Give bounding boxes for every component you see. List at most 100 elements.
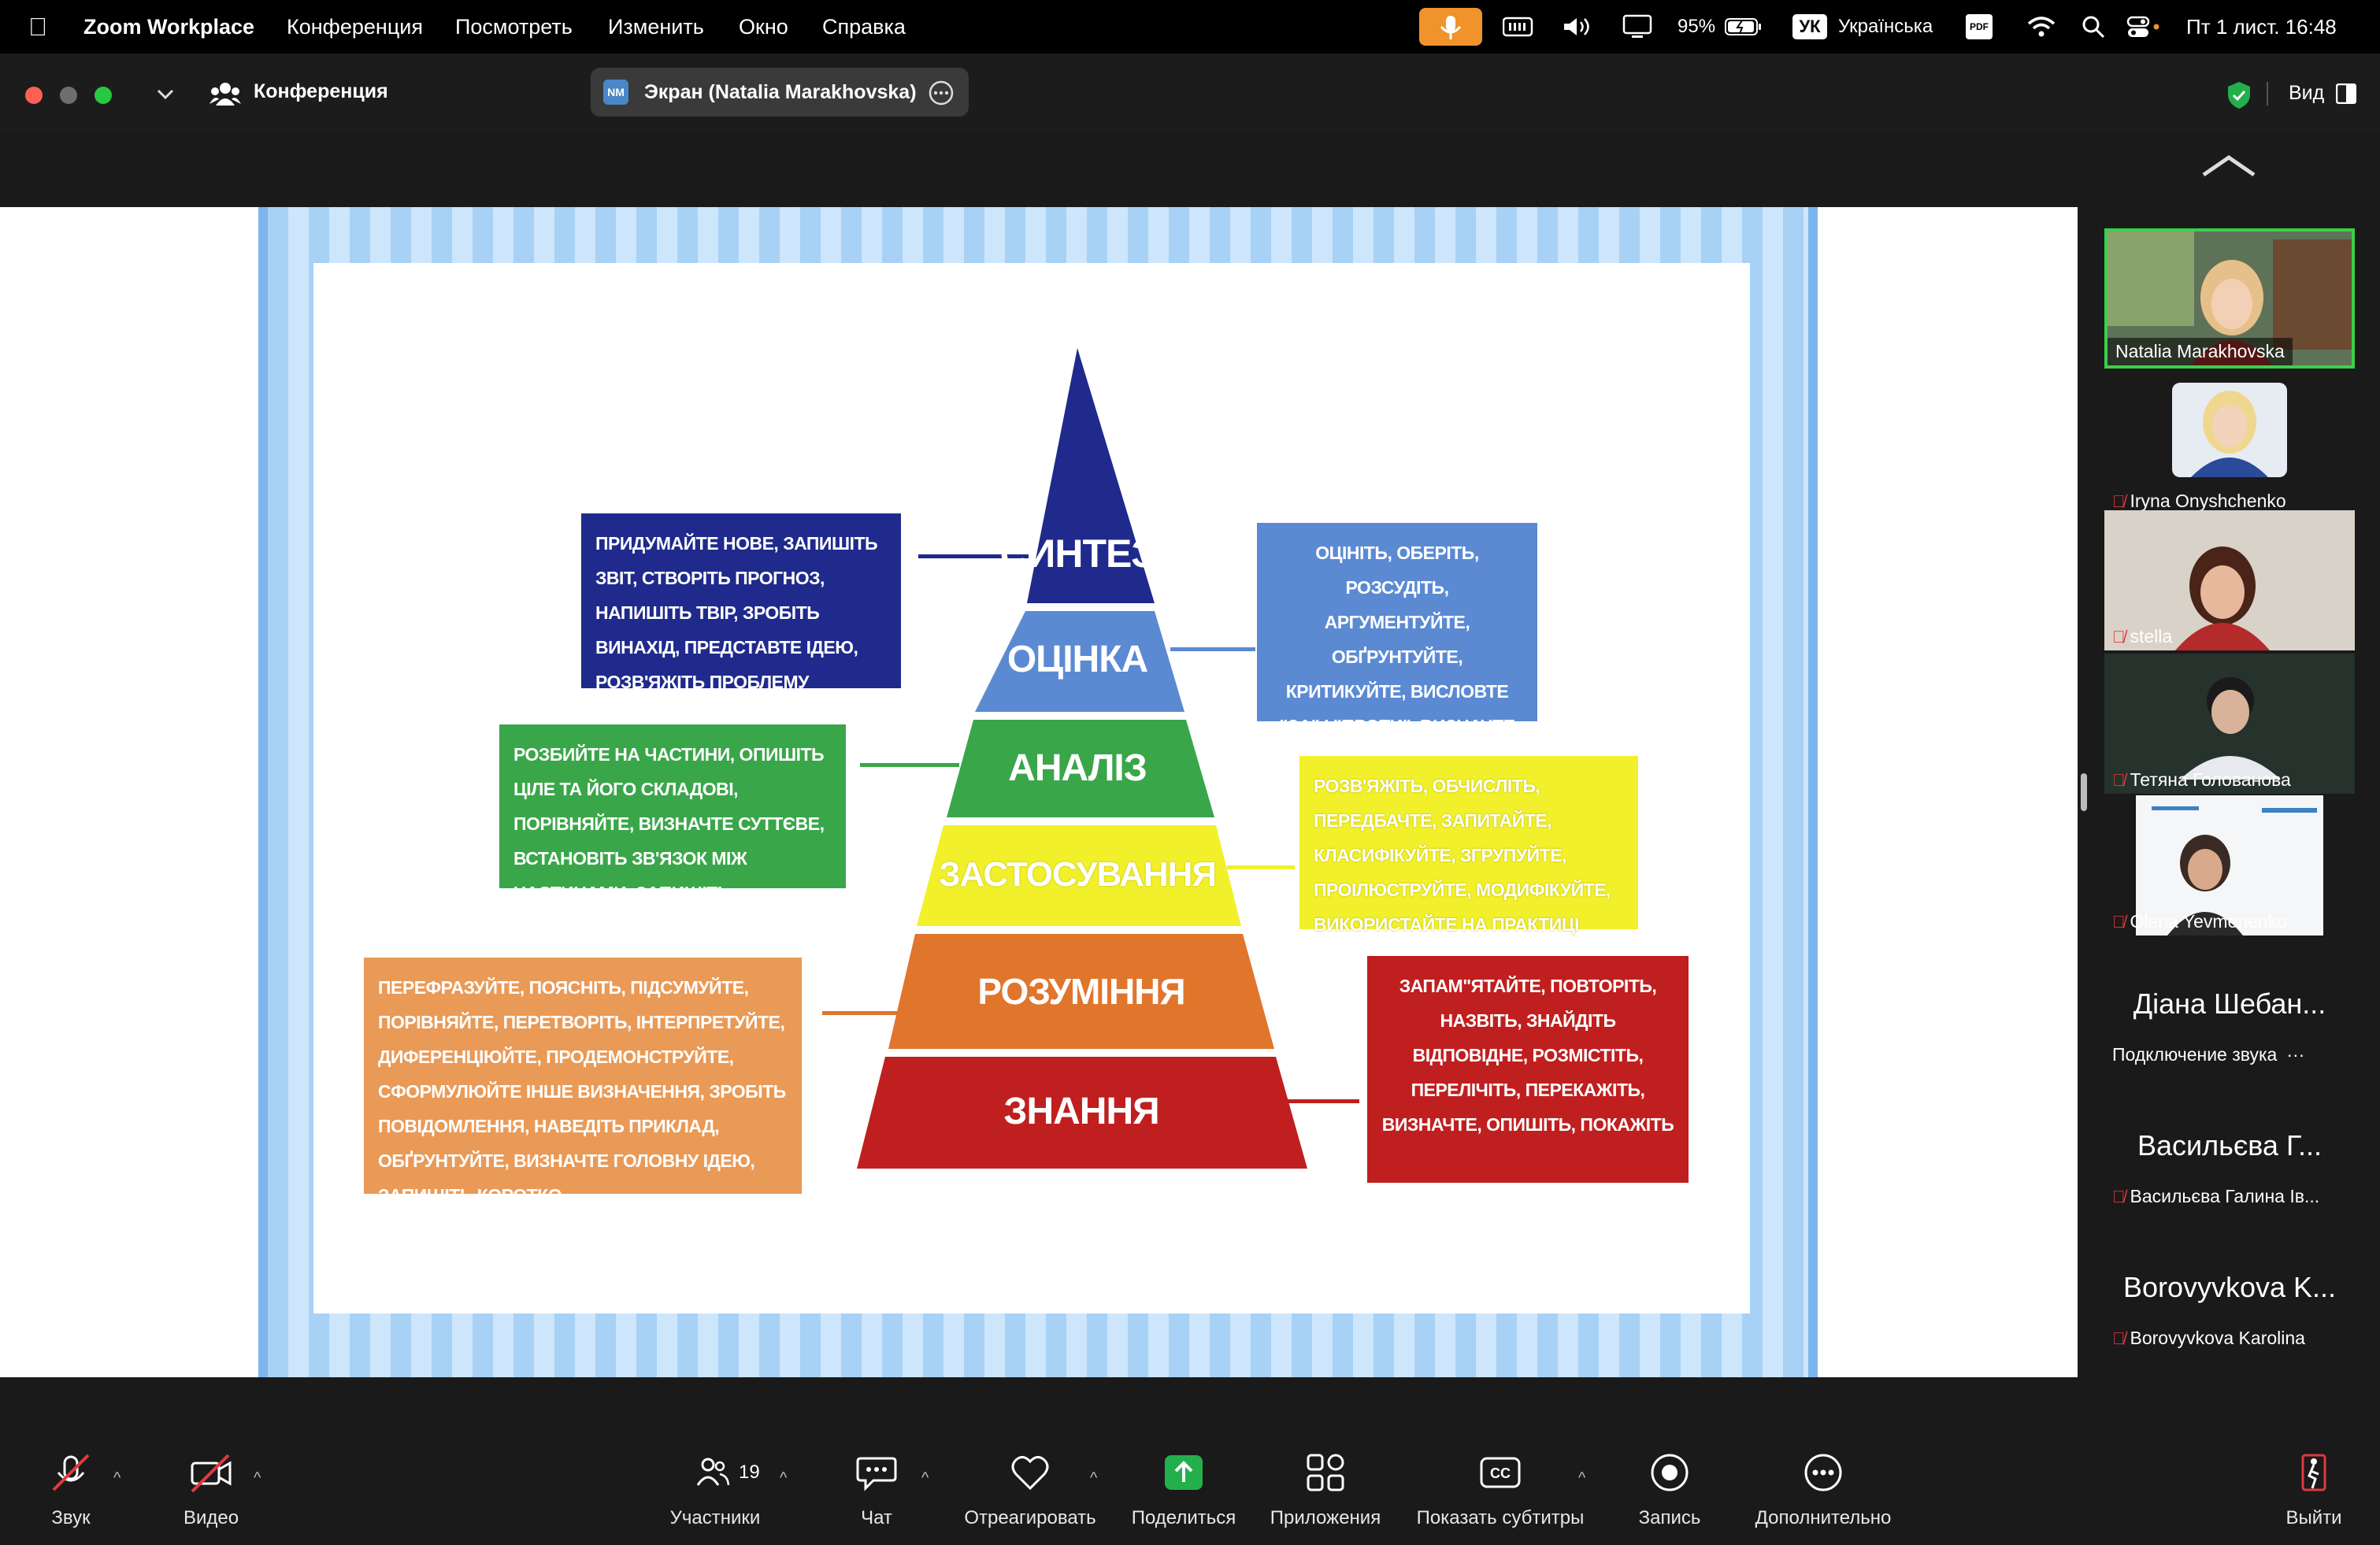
zoom-titlebar: Конференция NM Экран (Natalia Marakhovsk… <box>0 54 2380 132</box>
share-screen-icon <box>1165 1455 1203 1490</box>
pdf-badge[interactable]: PDF <box>1966 14 1993 39</box>
video-button[interactable]: Видео <box>172 1449 250 1543</box>
clock: Пт 1 лист. 16:48 <box>2186 15 2337 39</box>
chat-bubble-icon <box>856 1457 897 1491</box>
captions-options-caret-icon[interactable]: ^ <box>1578 1469 1585 1488</box>
heart-icon <box>1011 1456 1049 1491</box>
pyramid-label-synthesis: СИНТЕЗ <box>999 532 1155 576</box>
more-dots-icon[interactable]: ··· <box>2286 1044 2304 1065</box>
understanding-box: ПЕРЕФРАЗУЙТЕ, ПОЯСНІТЬ, ПІДСУМУЙТЕ, ПОРІ… <box>364 958 802 1206</box>
participant-vasylieva-sub: 🎙̸ Васильєва Галина Ів... <box>2112 1186 2320 1206</box>
presenter-avatar-badge: NM <box>603 80 628 105</box>
analysis-box: РОЗБИЙТЕ НА ЧАСТИНИ, ОПИШІТЬ ЦІЛЕ ТА ЙОГ… <box>499 724 846 938</box>
more-options-icon[interactable] <box>928 80 955 106</box>
scroll-up-chevron-icon[interactable] <box>2200 154 2257 180</box>
leave-button[interactable]: Выйти <box>2276 1449 2352 1543</box>
battery-icon[interactable] <box>1725 17 1763 36</box>
display-icon[interactable] <box>1622 14 1654 39</box>
menu-app-name[interactable]: Zoom Workplace <box>83 0 254 54</box>
keyboard-brightness-icon[interactable] <box>1503 16 1534 38</box>
presentation-slide: СИНТЕЗ ОЦІНКА АНАЛІЗ ЗАСТОСУВАННЯ РОЗУМІ… <box>313 263 1750 1313</box>
view-layout-icon[interactable] <box>2336 83 2356 104</box>
control-center-icon[interactable] <box>2126 14 2161 39</box>
screen-share-pill[interactable]: NM Экран (Natalia Marakhovska) <box>591 68 969 117</box>
participant-vasylieva-name[interactable]: Васильєва Г... <box>2104 1129 2355 1162</box>
apple-icon[interactable]:  <box>28 0 47 54</box>
microphone-icon <box>1440 16 1462 39</box>
more-dots-icon <box>1804 1454 1842 1491</box>
mic-muted-icon: 🎙̸ <box>2112 491 2126 511</box>
synthesis-box: ПРИДУМАЙТЕ НОВЕ, ЗАПИШІТЬ ЗВІТ, СТВОРІТЬ… <box>581 513 901 692</box>
participant-name: 🎙̸ stella <box>2112 626 2173 647</box>
participants-group-icon <box>209 83 241 106</box>
camera-off-icon <box>191 1454 232 1493</box>
battery-percent: 95% <box>1677 16 1716 37</box>
participant-tile-iryna[interactable]: 🎙̸ Iryna Onyshchenko <box>2104 375 2355 515</box>
participants-icon <box>696 1458 729 1486</box>
chat-button[interactable]: Чат <box>841 1449 912 1543</box>
knowledge-box: ЗАПАМ"ЯТАЙТЕ, ПОВТОРІТЬ, НАЗВІТЬ, ЗНАЙДІ… <box>1367 956 1689 1183</box>
mic-muted-icon: 🎙̸ <box>2112 1328 2126 1348</box>
chat-options-caret-icon[interactable]: ^ <box>921 1469 929 1488</box>
connector-application <box>1227 865 1295 869</box>
chevron-down-icon[interactable] <box>156 88 175 101</box>
pyramid-label-analysis: АНАЛІЗ <box>1008 747 1147 789</box>
react-button[interactable]: Отреагировать <box>959 1449 1101 1543</box>
connector-evaluation <box>1170 647 1255 651</box>
participant-borovyvkova-name[interactable]: Borovyvkova K... <box>2104 1271 2355 1304</box>
menu-help[interactable]: Справка <box>822 0 906 54</box>
record-icon <box>1651 1454 1689 1491</box>
screen-share-label: Экран (Natalia Marakhovska) <box>644 81 917 103</box>
pyramid-label-knowledge: ЗНАННЯ <box>1003 1091 1159 1132</box>
mic-in-use-indicator[interactable] <box>1419 8 1482 46</box>
participant-name: 🎙̸ Тетяна Голованова <box>2112 769 2291 790</box>
input-language[interactable]: Українська <box>1838 0 1933 54</box>
connector-knowledge <box>1287 1099 1359 1103</box>
audio-options-caret-icon[interactable]: ^ <box>113 1469 120 1488</box>
audio-button[interactable]: Звук <box>32 1449 110 1543</box>
leave-door-icon <box>2301 1454 2326 1491</box>
react-options-caret-icon[interactable]: ^ <box>1090 1469 1097 1488</box>
more-button[interactable]: Дополнительно <box>1747 1449 1900 1543</box>
mic-muted-icon: 🎙̸ <box>2112 627 2126 647</box>
share-button[interactable]: Поделиться <box>1125 1449 1243 1543</box>
menu-window[interactable]: Окно <box>739 0 788 54</box>
participant-diana-status: Подключение звука ··· <box>2112 1044 2305 1065</box>
connector-analysis <box>860 763 959 767</box>
menu-conference[interactable]: Конференция <box>287 0 423 54</box>
apps-button[interactable]: Приложения <box>1266 1449 1385 1543</box>
zoom-window-button[interactable] <box>95 87 112 104</box>
encryption-shield-icon[interactable] <box>2226 80 2252 110</box>
closed-captions-icon: CC <box>1480 1457 1521 1488</box>
participant-tile-tetiana[interactable]: 🎙̸ Тетяна Голованова <box>2104 654 2355 794</box>
titlebar-divider <box>2267 82 2268 106</box>
participant-diana-name[interactable]: Діана Шебан... <box>2104 987 2355 1021</box>
menu-view[interactable]: Посмотреть <box>455 0 573 54</box>
mic-muted-icon: 🎙̸ <box>2112 770 2126 790</box>
participant-tile-stella[interactable]: 🎙̸ stella <box>2104 510 2355 650</box>
minimize-window-button[interactable] <box>60 87 77 104</box>
record-button[interactable]: Запись <box>1630 1449 1709 1543</box>
close-window-button[interactable] <box>25 87 43 104</box>
menu-edit[interactable]: Изменить <box>608 0 704 54</box>
video-options-caret-icon[interactable]: ^ <box>254 1469 261 1488</box>
volume-icon[interactable] <box>1563 16 1594 38</box>
svg-text:CC: CC <box>1490 1465 1511 1481</box>
connector-understanding <box>822 1011 980 1015</box>
meeting-title[interactable]: Конференция <box>254 80 388 103</box>
participants-options-caret-icon[interactable]: ^ <box>780 1469 787 1488</box>
application-box: РОЗВ'ЯЖІТЬ, ОБЧИСЛІТЬ, ПЕРЕДБАЧТЕ, ЗАПИТ… <box>1299 756 1638 935</box>
participant-borovyvkova-sub: 🎙̸ Borovyvkova Karolina <box>2112 1328 2305 1348</box>
input-source-badge[interactable]: УК <box>1792 14 1827 39</box>
pyramid-label-application: ЗАСТОСУВАННЯ <box>938 855 1217 894</box>
microphone-muted-icon <box>52 1454 90 1491</box>
captions-button[interactable]: CC Показать субтитры <box>1410 1449 1591 1543</box>
spotlight-search-icon[interactable] <box>2081 14 2106 39</box>
participant-tile-natalia[interactable]: Natalia Marakhovska <box>2104 228 2355 369</box>
sidebar-resize-handle[interactable] <box>2081 773 2087 811</box>
participants-button[interactable]: 19 Участники <box>660 1449 770 1543</box>
wifi-icon[interactable] <box>2026 14 2057 39</box>
participant-tile-olena[interactable]: 🎙̸ Olena Yevmenenko <box>2104 795 2355 936</box>
participant-name: Natalia Marakhovska <box>2108 338 2293 365</box>
view-button[interactable]: Вид <box>2289 82 2324 105</box>
